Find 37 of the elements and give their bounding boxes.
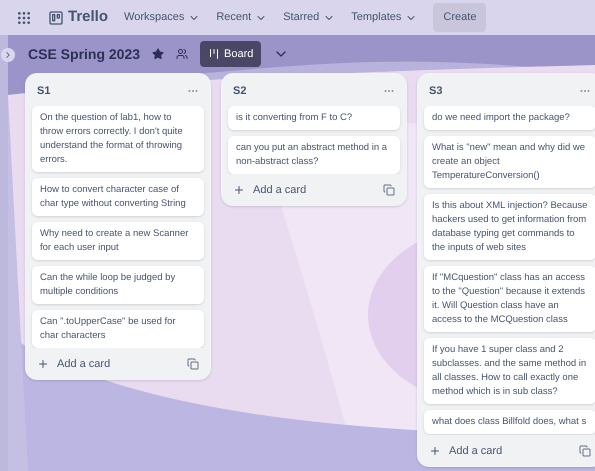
card[interactable]: Can the while loop be judged by multiple conditions [32, 266, 204, 304]
board-icon [208, 48, 220, 60]
card[interactable]: Is this about XML injection? Because hackers used to get information from database typing get commands to the inputs of web sites [424, 194, 595, 260]
add-card-button[interactable]: Add a card [429, 442, 502, 459]
template-icon[interactable] [383, 184, 395, 196]
list-title: S1 [37, 84, 50, 99]
add-card-button[interactable]: Add a card [37, 356, 110, 372]
star-icon[interactable] [152, 48, 164, 60]
card[interactable]: can you put an abstract method in a non-abstract class? [228, 136, 400, 174]
nav-menu[interactable]: Workspaces [124, 9, 200, 26]
plus-icon [37, 358, 49, 370]
apps-icon[interactable] [16, 10, 32, 26]
template-icon[interactable] [579, 444, 591, 457]
nav-menu[interactable]: Templates [351, 9, 418, 26]
board-view-button[interactable]: Board [200, 40, 262, 68]
board-title[interactable]: CSE Spring 2023 [28, 44, 140, 64]
card[interactable]: what does class Billfold does, what s [424, 410, 595, 434]
card[interactable]: What is "new" mean and why did we create an object TemperatureConversion() [424, 136, 595, 188]
nav-menu[interactable]: Recent [216, 9, 268, 26]
plus-icon [233, 184, 245, 196]
list-title: S2 [233, 84, 246, 99]
add-card-button[interactable]: Add a card [233, 182, 306, 198]
plus-icon [429, 444, 441, 457]
card[interactable]: On the question of lab1, how to throw errors correctly. I don't quite understand the format of throwing errors. [32, 106, 204, 172]
card[interactable]: Why need to create a new Scanner for each user input [32, 222, 204, 260]
template-icon[interactable] [187, 358, 199, 370]
people-icon[interactable] [176, 48, 188, 60]
card[interactable]: If you have 1 super class and 2 subclasses. and the same method in all classes. How to call exactly one method which is in sub class? [424, 338, 595, 404]
trello-logo[interactable]: Trello [48, 6, 108, 29]
list-title: S3 [429, 84, 442, 99]
nav-menu[interactable]: Starred [283, 9, 336, 26]
create-button[interactable]: Create [433, 3, 486, 32]
card[interactable]: Can ".toUpperCase" be used for char characters [32, 310, 204, 348]
card[interactable]: How to convert character case of char type without converting String [32, 178, 204, 216]
card[interactable]: If "MCquestion" class has an access to the "Question" because it extends it. Will Question class have an access to the MCQuestion class [424, 266, 595, 332]
card[interactable]: do we need import the package? [424, 106, 595, 130]
card[interactable]: is it converting from F to C? [228, 106, 400, 130]
